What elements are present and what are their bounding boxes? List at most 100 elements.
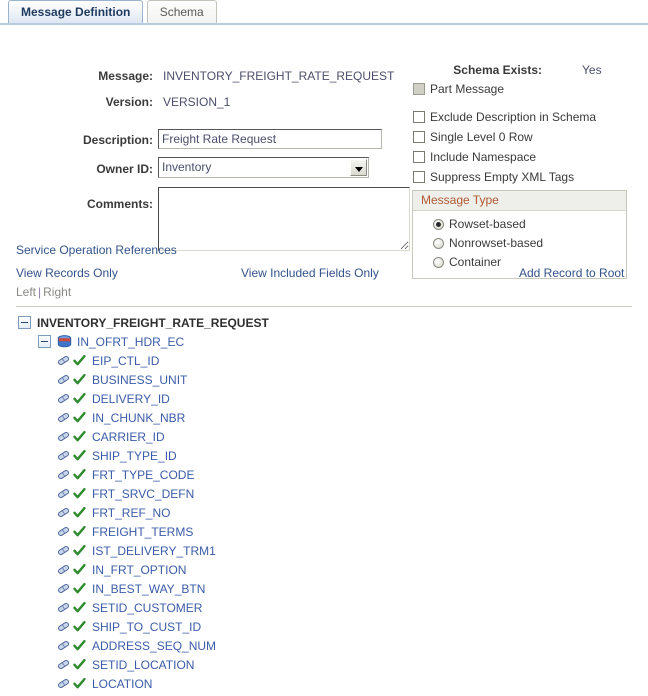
checkbox-row-exclude-description[interactable]: Exclude Description in Schema <box>413 110 596 124</box>
check-icon <box>73 582 86 595</box>
checkbox-row-part-message[interactable]: Part Message <box>413 82 504 96</box>
tree-node-field-label[interactable]: CARRIER_ID <box>92 430 165 444</box>
description-label: Description: <box>82 133 153 147</box>
view-included-fields-only-link[interactable]: View Included Fields Only <box>241 266 379 280</box>
checkbox-include-namespace-label: Include Namespace <box>430 150 537 164</box>
checkbox-include-namespace[interactable] <box>413 151 425 163</box>
version-label: Version: <box>105 95 153 109</box>
tree-node-field-label[interactable]: IN_FRT_OPTION <box>92 563 186 577</box>
field-icon <box>56 525 71 538</box>
tree-node-field-label[interactable]: SETID_LOCATION <box>92 658 194 672</box>
tree-node-field[interactable]: IN_BEST_WAY_BTN <box>0 580 648 599</box>
tree-node-field[interactable]: IN_CHUNK_NBR <box>0 409 648 428</box>
message-definition-form: Message: INVENTORY_FREIGHT_RATE_REQUEST … <box>0 25 648 279</box>
tree-node-field-label[interactable]: IN_CHUNK_NBR <box>92 411 185 425</box>
field-icon <box>56 354 71 367</box>
tree-node-field[interactable]: LOCATION <box>0 675 648 694</box>
tree-node-field-label[interactable]: FRT_TYPE_CODE <box>92 468 194 482</box>
tree-node-field[interactable]: ADDRESS_SEQ_NUM <box>0 637 648 656</box>
left-right-link-row: Left | Right <box>16 285 71 299</box>
tree-node-field[interactable]: DELIVERY_ID <box>0 390 648 409</box>
radio-row-nonrowset-based[interactable]: Nonrowset-based <box>431 234 626 253</box>
check-icon <box>73 468 86 481</box>
field-icon <box>56 411 71 424</box>
tree-node-root[interactable]: INVENTORY_FREIGHT_RATE_REQUEST <box>0 314 648 333</box>
tree-node-field[interactable]: IST_DELIVERY_TRM1 <box>0 542 648 561</box>
message-structure-tree: INVENTORY_FREIGHT_RATE_REQUEST IN_OFRT_H… <box>0 314 648 694</box>
check-icon <box>73 487 86 500</box>
tree-node-field[interactable]: SETID_CUSTOMER <box>0 599 648 618</box>
description-input[interactable] <box>158 129 382 149</box>
tree-node-field[interactable]: FRT_SRVC_DEFN <box>0 485 648 504</box>
tree-node-field[interactable]: EIP_CTL_ID <box>0 352 648 371</box>
schema-exists-label: Schema Exists: <box>453 63 542 77</box>
tree-node-field-label[interactable]: SHIP_TYPE_ID <box>92 449 177 463</box>
version-value: VERSION_1 <box>163 95 231 109</box>
tab-schema-label: Schema <box>159 5 204 19</box>
tab-message-definition[interactable]: Message Definition <box>8 0 144 23</box>
left-link[interactable]: Left <box>16 285 36 299</box>
tree-node-field-label[interactable]: SHIP_TO_CUST_ID <box>92 620 201 634</box>
tree-node-field-label[interactable]: BUSINESS_UNIT <box>92 373 187 387</box>
tree-node-field[interactable]: SETID_LOCATION <box>0 656 648 675</box>
radio-nonrowset-based[interactable] <box>433 238 444 249</box>
tree-node-field-label[interactable]: IST_DELIVERY_TRM1 <box>92 544 216 558</box>
check-icon <box>73 677 86 690</box>
checkbox-row-include-namespace[interactable]: Include Namespace <box>413 150 536 164</box>
tree-node-root-label: INVENTORY_FREIGHT_RATE_REQUEST <box>37 316 269 330</box>
tree-node-field-label[interactable]: IN_BEST_WAY_BTN <box>92 582 205 596</box>
view-records-only-link[interactable]: View Records Only <box>16 266 118 280</box>
tree-node-field-label[interactable]: FRT_SRVC_DEFN <box>92 487 194 501</box>
tree-node-field[interactable]: SHIP_TO_CUST_ID <box>0 618 648 637</box>
field-icon <box>56 373 71 386</box>
checkbox-part-message <box>413 83 425 95</box>
radio-row-rowset-based[interactable]: Rowset-based <box>431 215 626 234</box>
collapse-minus-icon[interactable] <box>18 316 31 329</box>
tree-node-field[interactable]: BUSINESS_UNIT <box>0 371 648 390</box>
field-icon <box>56 449 71 462</box>
tree-node-record[interactable]: IN_OFRT_HDR_EC <box>0 333 648 352</box>
check-icon <box>73 373 86 386</box>
tree-node-field-label[interactable]: EIP_CTL_ID <box>92 354 159 368</box>
view-included-fields-only-link-row: View Included Fields Only <box>241 266 379 280</box>
checkbox-exclude-description[interactable] <box>413 111 425 123</box>
tree-node-field-label[interactable]: ADDRESS_SEQ_NUM <box>92 639 216 653</box>
radio-container[interactable] <box>433 257 444 268</box>
tree-node-field-label[interactable]: SETID_CUSTOMER <box>92 601 202 615</box>
tree-node-field[interactable]: FRT_REF_NO <box>0 504 648 523</box>
checkbox-single-level-0-row[interactable] <box>413 131 425 143</box>
checkbox-row-suppress-empty-xml-tags[interactable]: Suppress Empty XML Tags <box>413 170 574 184</box>
tree-node-field[interactable]: IN_FRT_OPTION <box>0 561 648 580</box>
tab-message-definition-label: Message Definition <box>21 5 131 19</box>
check-icon <box>73 544 86 557</box>
tab-bar: Message Definition Schema <box>0 0 648 25</box>
tree-node-field-label[interactable]: DELIVERY_ID <box>92 392 170 406</box>
owner-id-select[interactable]: Inventory <box>158 157 369 178</box>
radio-container-label: Container <box>449 255 502 269</box>
tree-node-field[interactable]: CARRIER_ID <box>0 428 648 447</box>
tree-node-field-label[interactable]: LOCATION <box>92 677 152 691</box>
tree-node-field[interactable]: FRT_TYPE_CODE <box>0 466 648 485</box>
check-icon <box>73 449 86 462</box>
check-icon <box>73 392 86 405</box>
checkbox-suppress-empty-xml-tags[interactable] <box>413 171 425 183</box>
tree-node-record-label[interactable]: IN_OFRT_HDR_EC <box>77 335 184 349</box>
checkbox-row-single-level-0-row[interactable]: Single Level 0 Row <box>413 130 533 144</box>
field-icon <box>56 582 71 595</box>
field-icon <box>56 677 71 690</box>
comments-textarea[interactable] <box>158 187 410 251</box>
checkbox-exclude-description-label: Exclude Description in Schema <box>430 110 597 124</box>
check-icon <box>73 620 86 633</box>
tree-node-field[interactable]: FREIGHT_TERMS <box>0 523 648 542</box>
add-record-to-root-link[interactable]: Add Record to Root <box>519 266 624 280</box>
tree-node-field[interactable]: SHIP_TYPE_ID <box>0 447 648 466</box>
owner-id-value: Inventory <box>162 160 212 174</box>
radio-rowset-based[interactable] <box>433 219 444 230</box>
tree-node-field-label[interactable]: FREIGHT_TERMS <box>92 525 193 539</box>
right-link[interactable]: Right <box>43 285 71 299</box>
tree-node-field-label[interactable]: FRT_REF_NO <box>92 506 170 520</box>
tab-schema[interactable]: Schema <box>146 0 217 23</box>
service-operation-references-link[interactable]: Service Operation References <box>16 243 177 257</box>
chevron-down-icon[interactable] <box>350 159 367 176</box>
collapse-minus-icon[interactable] <box>38 335 51 348</box>
